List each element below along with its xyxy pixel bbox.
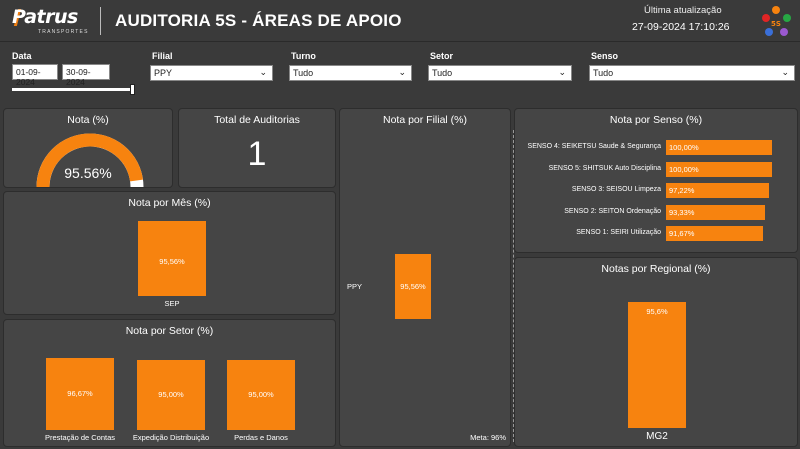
filter-senso-label: Senso [591,51,619,61]
meta-reference-label: Meta: 96% [470,433,506,442]
senso-dropdown-value: Tudo [593,68,614,78]
logo: Patrus [12,6,78,28]
chevron-down-icon: ⌄ [259,67,267,77]
total-title: Total de Auditorias [214,114,300,126]
nota-por-senso-panel: Nota por Senso (%) 100,00% SENSO 4: SEIKE… [514,108,798,253]
category-label: SENSO 2: SEITON Ordenação [564,207,661,215]
five-s-badge-icon: 5S [762,6,791,36]
filter-data-label: Data [12,51,32,61]
category-label: SENSO 5: SHITSUK Auto Disciplina [548,164,661,172]
update-value: 27-09-2024 17:10:26 [632,21,730,33]
turno-dropdown[interactable]: Tudo ⌄ [289,65,412,81]
total-value: 1 [247,135,267,173]
bar [628,302,686,428]
senso-dropdown[interactable]: Tudo ⌄ [589,65,795,81]
filter-filial-label: Filial [152,51,173,61]
category-label: Perdas e Danos [234,433,288,442]
data-label: 100,00% [669,164,699,174]
nota-por-filial-panel: Nota por Filial (%) 95,56% PPY Meta: 96% [339,108,511,447]
header-divider [100,7,101,35]
data-label: 95,56% [159,257,185,266]
data-label: 91,67% [669,229,695,238]
category-label: SENSO 4: SEIKETSU Saude & Segurança [527,143,661,150]
data-label: 95,56% [400,281,426,291]
chevron-down-icon: ⌄ [398,67,406,77]
regional-chart-area: 95,6% MG2 [515,258,799,448]
category-label: MG2 [646,431,668,442]
category-label: SEP [164,299,180,308]
senso-chart-area: 100,00% SENSO 4: SEIKETSU Saude & Seguran… [515,109,799,254]
filter-turno-label: Turno [291,51,316,61]
nota-panel: Nota (%) 95.56% [3,108,173,188]
date-end-input[interactable]: 30-09-2024 [62,64,110,87]
chevron-down-icon: ⌄ [558,67,566,77]
date-start-input[interactable]: 01-09-2024 [12,64,58,87]
nota-por-mes-panel: Nota por Mês (%) 95,56% SEP [3,191,336,315]
logo-subtitle: TRANSPORTES [38,29,89,35]
setor-dropdown[interactable]: Tudo ⌄ [428,65,572,81]
category-label: PPY [347,281,363,291]
filter-setor-label: Setor [430,51,454,61]
turno-dropdown-value: Tudo [293,68,314,78]
filial-dropdown-value: PPY [154,68,173,78]
update-label: Última atualização [644,5,722,16]
badge-text: 5S [771,20,781,28]
nota-value: 95.56% [64,165,112,181]
category-label: SENSO 1: SEIRI Utilização [576,229,661,236]
notas-por-regional-panel: Notas por Regional (%) 95,6% MG2 [514,257,798,447]
header-bar: Patrus TRANSPORTES AUDITORIA 5S - ÁREAS … [0,0,800,42]
data-label: 95,00% [248,390,274,399]
setor-chart-area: 96,67% Prestação de Contas 95,00% Expedição… [4,320,337,448]
date-slider-handle[interactable] [130,84,135,95]
data-label: 93,33% [669,207,695,217]
data-label: 96,67% [67,389,93,398]
filial-chart-area: 95,56% PPY [340,109,512,448]
data-label: 95,6% [646,307,668,316]
date-slider-track[interactable] [12,88,134,91]
nota-por-setor-panel: Nota por Setor (%) 96,67% Prestação de Co… [3,319,336,447]
page-title: AUDITORIA 5S - ÁREAS DE APOIO [115,11,402,30]
category-label: SENSO 3: SEISOU Limpeza [571,186,661,193]
nota-title: Nota (%) [67,114,109,126]
data-label: 100,00% [669,143,699,152]
setor-dropdown-value: Tudo [432,68,453,78]
data-label: 95,00% [158,390,184,399]
chevron-down-icon: ⌄ [781,67,789,77]
mes-chart-area: 95,56% SEP [4,192,337,316]
filial-dropdown[interactable]: PPY ⌄ [150,65,273,81]
data-label: 97,22% [669,186,695,195]
total-auditorias-panel: Total de Auditorias 1 [178,108,336,188]
